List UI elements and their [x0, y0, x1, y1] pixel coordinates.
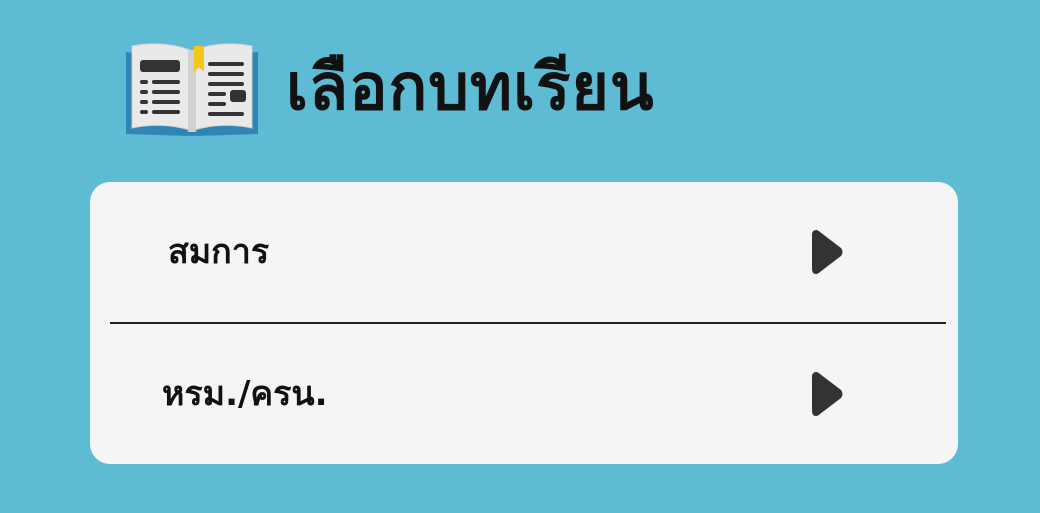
- play-arrow-icon: [812, 372, 843, 416]
- open-book-icon: [126, 43, 258, 136]
- page-header: เลือกบทเรียน: [124, 38, 655, 138]
- lesson-item-label: สมการ: [168, 232, 270, 272]
- page-title: เลือกบทเรียน: [286, 51, 655, 125]
- lesson-item-gcd-lcm[interactable]: หรม./ครน.: [90, 324, 958, 464]
- lesson-item-label: หรม./ครน.: [162, 374, 328, 414]
- lesson-list: สมการ หรม./ครน.: [90, 182, 958, 464]
- play-arrow-icon: [812, 230, 843, 274]
- lesson-item-equations[interactable]: สมการ: [90, 182, 958, 322]
